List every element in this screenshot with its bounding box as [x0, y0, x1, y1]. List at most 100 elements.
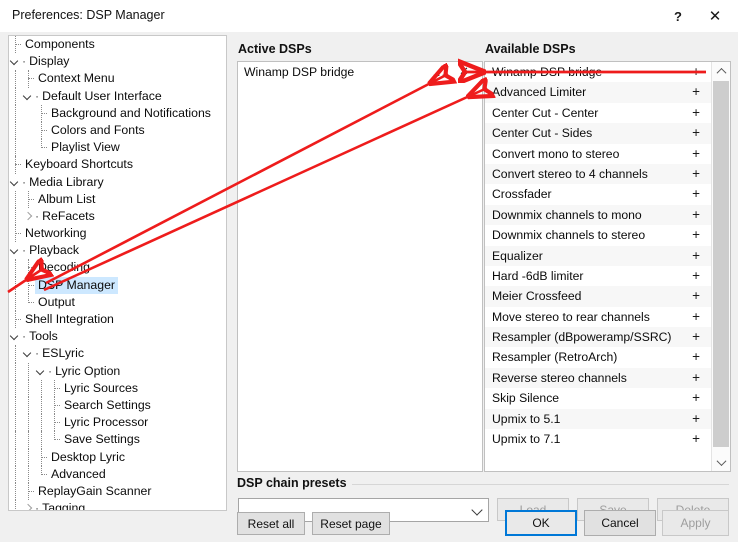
available-dsp-row[interactable]: Resampler (dBpoweramp/SSRC) + — [485, 327, 711, 347]
sidebar-item-album-list[interactable]: Album List — [9, 191, 226, 208]
available-dsp-row[interactable]: Upmix to 5.1+ — [485, 409, 711, 429]
tree-guide — [9, 345, 22, 362]
available-dsp-row[interactable]: Center Cut - Center + — [485, 103, 711, 123]
sidebar-item-colors-and-fonts[interactable]: Colors and Fonts — [9, 122, 226, 139]
available-dsps-list[interactable]: Winamp DSP bridge+Advanced Limiter+Cente… — [485, 62, 711, 471]
sidebar-item-decoding[interactable]: Decoding — [9, 259, 226, 276]
available-dsp-row[interactable]: Meier Crossfeed+ — [485, 286, 711, 306]
add-dsp-icon[interactable]: + — [692, 62, 700, 82]
add-dsp-icon[interactable]: + — [692, 286, 700, 306]
reset-page-button[interactable]: Reset page — [312, 512, 390, 535]
sidebar-item-networking[interactable]: Networking — [9, 225, 226, 242]
available-dsp-row[interactable]: Equalizer+ — [485, 246, 711, 266]
sidebar-item-refacets[interactable]: ·ReFacets — [9, 208, 226, 225]
available-dsp-row[interactable]: Center Cut - Sides+ — [485, 123, 711, 143]
sidebar-item-advanced[interactable]: Advanced — [9, 466, 226, 483]
scroll-down-icon[interactable] — [712, 453, 730, 471]
available-dsp-row[interactable]: Downmix channels to stereo+ — [485, 225, 711, 245]
scroll-up-icon[interactable] — [712, 62, 730, 80]
sidebar-item-lyric-option[interactable]: ·Lyric Option — [9, 363, 226, 380]
configure-dsp-button[interactable]: ... — [433, 62, 446, 83]
add-dsp-icon[interactable]: + — [692, 144, 700, 164]
available-dsp-row[interactable]: Reverse stereo channels+ — [485, 368, 711, 388]
chevron-down-icon[interactable] — [9, 328, 22, 345]
add-dsp-icon[interactable]: + — [692, 388, 700, 408]
add-dsp-icon[interactable]: + — [692, 307, 700, 327]
tree-connector — [22, 345, 35, 362]
available-dsp-row[interactable]: Upmix to 7.1+ — [485, 429, 711, 449]
available-dsp-row[interactable]: Winamp DSP bridge+ — [485, 62, 711, 82]
sidebar-item-playlist-view[interactable]: Playlist View — [9, 139, 226, 156]
ok-button[interactable]: OK — [505, 510, 577, 536]
available-dsp-row[interactable]: Advanced Limiter+ — [485, 82, 711, 102]
available-dsp-label: Center Cut - Center — [492, 106, 598, 120]
chevron-down-icon[interactable] — [22, 345, 35, 362]
sidebar-item-lyric-sources[interactable]: Lyric Sources — [9, 380, 226, 397]
available-dsp-row[interactable]: Resampler (RetroArch)+ — [485, 347, 711, 367]
add-dsp-icon[interactable]: + — [692, 429, 700, 449]
add-dsp-icon[interactable]: + — [692, 368, 700, 388]
remove-dsp-icon[interactable]: ✕ — [456, 62, 472, 83]
preferences-tree[interactable]: Components·DisplayContext Menu·Default U… — [8, 35, 227, 511]
sidebar-item-display[interactable]: ·Display — [9, 53, 226, 70]
available-dsp-row[interactable]: Convert mono to stereo+ — [485, 144, 711, 164]
add-dsp-icon[interactable]: + — [692, 327, 700, 347]
sidebar-item-context-menu[interactable]: Context Menu — [9, 70, 226, 87]
sidebar-item-default-user-interface[interactable]: ·Default User Interface — [9, 88, 226, 105]
available-dsp-row[interactable]: Skip Silence+ — [485, 388, 711, 408]
sidebar-item-label: ReFacets — [39, 208, 98, 225]
chevron-down-icon[interactable] — [9, 174, 22, 191]
add-dsp-icon[interactable]: + — [692, 409, 700, 429]
available-dsp-row[interactable]: Move stereo to rear channels+ — [485, 307, 711, 327]
sidebar-item-shell-integration[interactable]: Shell Integration — [9, 311, 226, 328]
cancel-button[interactable]: Cancel — [584, 510, 656, 536]
add-dsp-icon[interactable]: + — [692, 82, 700, 102]
chevron-down-icon[interactable] — [9, 53, 22, 70]
scrollbar-thumb[interactable] — [713, 81, 729, 447]
add-dsp-icon[interactable]: + — [692, 246, 700, 266]
available-dsp-row[interactable]: Downmix channels to mono+ — [485, 205, 711, 225]
available-dsp-row[interactable]: Crossfader+ — [485, 184, 711, 204]
add-dsp-icon[interactable]: + — [692, 184, 700, 204]
chevron-right-icon[interactable] — [22, 500, 35, 511]
sidebar-item-keyboard-shortcuts[interactable]: Keyboard Shortcuts — [9, 156, 226, 173]
tree-connector — [22, 259, 35, 276]
sidebar-item-search-settings[interactable]: Search Settings — [9, 397, 226, 414]
available-dsp-label: Resampler (dBpoweramp/SSRC) — [492, 330, 672, 344]
apply-button[interactable]: Apply — [662, 510, 729, 536]
chevron-down-icon[interactable] — [22, 88, 35, 105]
sidebar-item-save-settings[interactable]: Save Settings — [9, 431, 226, 448]
sidebar-item-replaygain-scanner[interactable]: ReplayGain Scanner — [9, 483, 226, 500]
add-dsp-icon[interactable]: + — [692, 164, 700, 184]
sidebar-item-desktop-lyric[interactable]: Desktop Lyric — [9, 449, 226, 466]
chevron-down-icon[interactable] — [9, 242, 22, 259]
add-dsp-icon[interactable]: + — [692, 123, 700, 143]
available-dsps-scrollbar[interactable] — [711, 62, 730, 471]
sidebar-item-tools[interactable]: ·Tools — [9, 328, 226, 345]
sidebar-item-eslyric[interactable]: ·ESLyric — [9, 345, 226, 362]
sidebar-item-media-library[interactable]: ·Media Library — [9, 174, 226, 191]
sidebar-item-tagging[interactable]: ·Tagging — [9, 500, 226, 511]
sidebar-item-output[interactable]: Output — [9, 294, 226, 311]
sidebar-item-background-and-notifications[interactable]: Background and Notifications — [9, 105, 226, 122]
add-dsp-icon[interactable]: + — [692, 266, 700, 286]
reset-all-button[interactable]: Reset all — [237, 512, 305, 535]
tree-connector — [22, 483, 35, 500]
sidebar-item-components[interactable]: Components — [9, 36, 226, 53]
close-icon[interactable]: ✕ — [692, 0, 738, 32]
add-dsp-icon[interactable]: + — [692, 103, 700, 123]
add-dsp-icon[interactable]: + — [692, 225, 700, 245]
active-dsp-row[interactable]: Winamp DSP bridge ... ✕ — [238, 62, 482, 83]
chevron-right-icon[interactable] — [22, 208, 35, 225]
active-dsps-list[interactable]: Winamp DSP bridge ... ✕ — [237, 61, 483, 472]
available-dsps-panel[interactable]: Winamp DSP bridge+Advanced Limiter+Cente… — [484, 61, 731, 472]
available-dsp-row[interactable]: Hard -6dB limiter+ — [485, 266, 711, 286]
add-dsp-icon[interactable]: + — [692, 205, 700, 225]
tree-guide — [9, 483, 22, 500]
sidebar-item-dsp-manager[interactable]: DSP Manager — [9, 277, 226, 294]
sidebar-item-playback[interactable]: ·Playback — [9, 242, 226, 259]
chevron-down-icon[interactable] — [35, 363, 48, 380]
available-dsp-row[interactable]: Convert stereo to 4 channels+ — [485, 164, 711, 184]
add-dsp-icon[interactable]: + — [692, 347, 700, 367]
sidebar-item-lyric-processor[interactable]: Lyric Processor — [9, 414, 226, 431]
